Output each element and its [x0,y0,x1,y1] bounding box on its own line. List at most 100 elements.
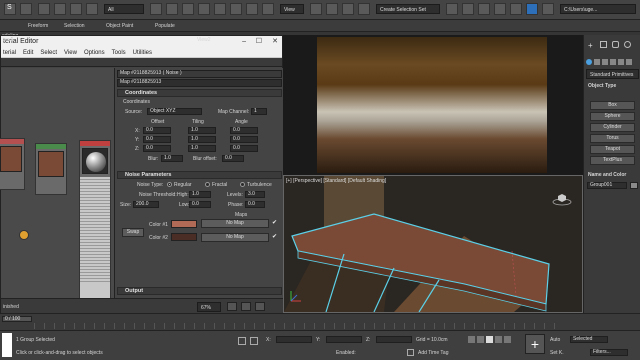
color2-map-checkbox[interactable]: ✔ [272,233,277,240]
turbulence-radio[interactable] [240,182,245,187]
low-field[interactable]: 0.0 [189,201,211,208]
scale-icon[interactable] [246,3,258,15]
bind-icon[interactable] [70,3,82,15]
align-icon[interactable] [462,3,474,15]
cylinder-button[interactable]: Cylinder [590,123,635,132]
regular-radio[interactable] [167,182,172,187]
select-by-name-icon[interactable] [166,3,178,15]
selection-set-dropdown[interactable]: Create Selection Set [376,4,440,14]
blur-offset-field[interactable]: 0.0 [222,155,244,162]
levels-field[interactable]: 3.0 [245,191,265,198]
y-tiling-field[interactable]: 1.0 [188,136,216,143]
map-channel-field[interactable]: 1 [251,108,267,115]
render-setup-icon[interactable] [542,3,554,15]
next-frame-icon[interactable] [495,336,502,343]
project-path[interactable]: C:\Users\uge... [560,4,636,14]
menu-edit[interactable]: Edit [23,48,33,57]
move-icon[interactable] [214,3,226,15]
time-slider[interactable]: 0 / 100 [0,313,640,330]
add-time-tag-button[interactable]: Add Time Tag [418,350,448,356]
percent-snap-icon[interactable] [358,3,370,15]
primitive-type-dropdown[interactable]: Standard Primitives [586,69,639,79]
link-icon[interactable] [38,3,50,15]
high-field[interactable]: 1.0 [189,191,211,198]
map-name-field[interactable]: Map #2118825913 [117,79,282,87]
x-offset-field[interactable]: 0.0 [143,127,171,134]
zoom-dropdown[interactable]: 67% [197,302,221,312]
swap-button[interactable]: Swap [122,228,144,237]
window-crossing-icon[interactable] [198,3,210,15]
source-dropdown[interactable]: Object XYZ [147,108,202,115]
node-view[interactable] [0,68,114,320]
material-node-2[interactable] [35,143,67,195]
rotate-icon[interactable] [230,3,242,15]
perspective-viewport[interactable]: [+] [Perspective] [Standard] [Default Sh… [283,175,583,313]
filters-button[interactable]: Filters... [590,349,628,356]
teapot-button[interactable]: Teapot [590,145,635,154]
snap-icon[interactable] [326,3,338,15]
spacewarps-icon[interactable] [626,59,632,65]
y-offset-field[interactable]: 0.0 [143,136,171,143]
phase-field[interactable]: 0.0 [245,201,265,208]
menu-view[interactable]: View [64,48,77,57]
helpers-icon[interactable] [618,59,624,65]
angle-snap-icon[interactable] [342,3,354,15]
menu-utilities[interactable]: Utilities [133,48,152,57]
play-icon[interactable] [486,336,493,343]
unlink-icon[interactable] [54,3,66,15]
shapes-icon[interactable] [594,59,600,65]
name-color-rollout[interactable]: Name and Color [588,172,626,178]
view-tab[interactable]: iew1 [3,37,13,43]
size-field[interactable]: 200.0 [133,201,159,208]
set-key-button[interactable]: Set K. [550,350,564,356]
x-coord-field[interactable] [276,336,312,343]
tab-populate[interactable]: Populate [155,23,175,29]
cameras-icon[interactable] [610,59,616,65]
selection-filter-icon[interactable] [86,3,98,15]
y-angle-field[interactable]: 0.0 [230,136,258,143]
time-tag-icon[interactable] [407,349,414,356]
key-filter-dropdown[interactable]: Selected [570,336,608,343]
zoom-in-icon[interactable] [227,302,237,311]
maximize-icon[interactable]: ☐ [256,36,262,48]
graph-editor-icon[interactable] [494,3,506,15]
menu-tools[interactable]: Tools [112,48,126,57]
menu-options[interactable]: Options [84,48,105,57]
sphere-button[interactable]: Sphere [590,112,635,121]
create-tab-icon[interactable]: + [588,41,593,50]
timeline-ruler[interactable] [34,323,564,329]
minimize-icon[interactable]: – [242,36,246,48]
zoom-out-icon[interactable] [241,302,251,311]
isolate-icon[interactable] [238,337,246,345]
color1-map-checkbox[interactable]: ✔ [272,219,277,226]
pan-icon[interactable] [255,302,265,311]
material-editor-icon[interactable] [526,3,538,15]
lights-icon[interactable] [602,59,608,65]
z-coord-field[interactable] [376,336,412,343]
motion-tab-icon[interactable] [624,41,631,48]
pivot-icon[interactable] [310,3,322,15]
color2-swatch[interactable] [171,233,197,241]
previous-frame-icon[interactable] [477,336,484,343]
go-to-end-icon[interactable] [504,336,511,343]
redo-icon[interactable] [20,3,32,15]
material-node-1[interactable] [0,138,25,190]
place-icon[interactable] [262,3,274,15]
go-to-start-icon[interactable] [468,336,475,343]
menu-select[interactable]: Select [40,48,57,57]
geometry-icon[interactable] [586,59,592,65]
menu-material[interactable]: terial [3,48,16,57]
object-type-rollout[interactable]: Object Type [588,83,616,89]
tab-object-paint[interactable]: Object Paint [106,23,133,29]
textplus-button[interactable]: TextPlus [590,156,635,165]
z-tiling-field[interactable]: 1.0 [188,145,216,152]
close-icon[interactable]: ✕ [272,36,278,48]
color1-swatch[interactable] [171,220,197,228]
color2-map-button[interactable]: No Map [201,233,269,242]
lock-icon[interactable] [250,337,258,345]
reference-coordinate-dropdown[interactable]: View [280,4,304,14]
tab-selection[interactable]: Selection [64,23,85,29]
layer-icon[interactable] [478,3,490,15]
view2-tab[interactable]: View2 [197,37,211,43]
schematic-icon[interactable] [510,3,522,15]
